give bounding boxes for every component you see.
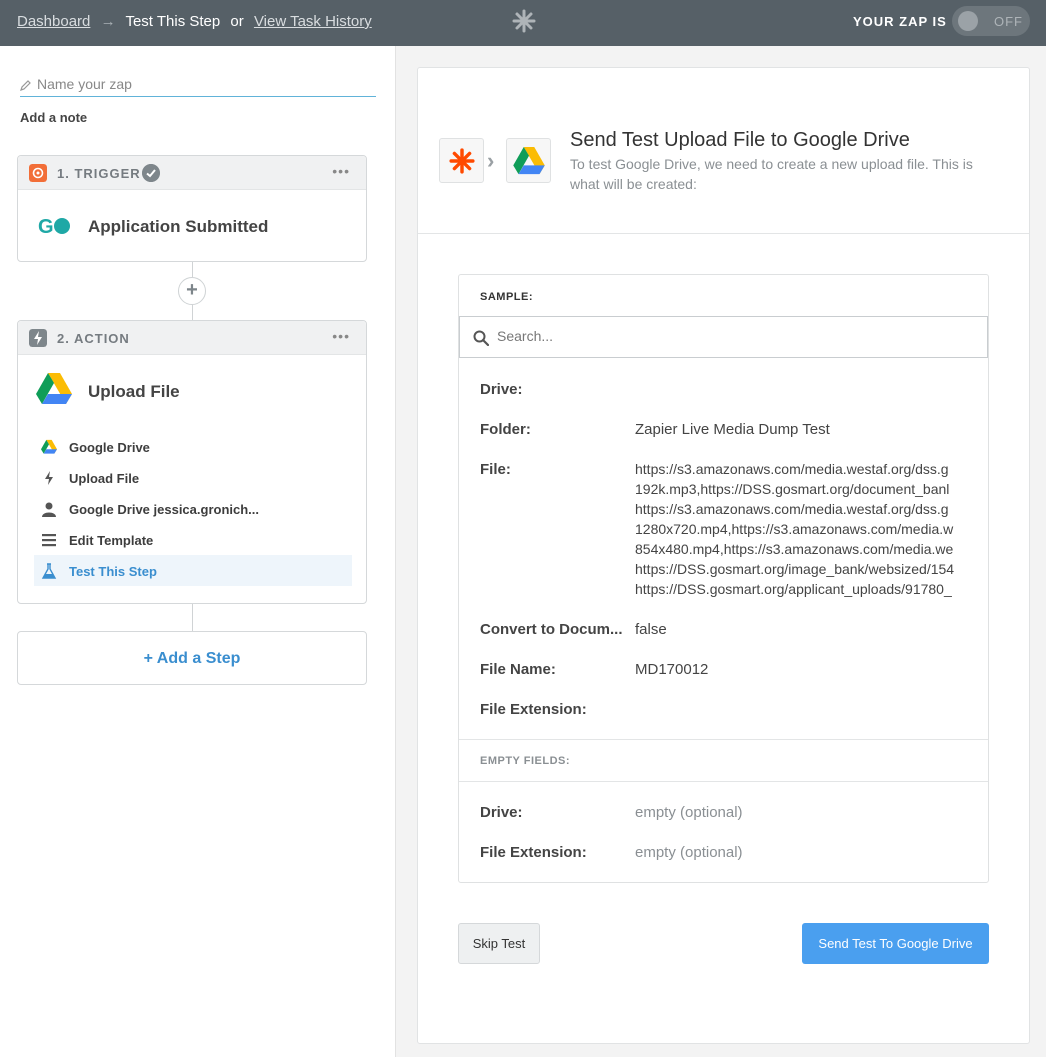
action-sub-steps: Google Drive Upload File Google Drive je… [34,431,352,586]
zap-name-input[interactable] [37,76,367,92]
lines-icon [42,534,56,547]
add-step-between-button[interactable]: + [178,277,206,305]
field-key: File Name: [480,661,556,678]
sub-step-label: Test This Step [69,564,157,579]
zap-name-field[interactable] [20,76,376,97]
sub-step-label: Google Drive [69,440,150,455]
file-value: https://s3.amazonaws.com/media.westaf.or… [635,459,954,599]
dashboard-link[interactable]: Dashboard [17,13,90,30]
sub-step-edit-template[interactable]: Edit Template [34,524,352,555]
add-note-link[interactable]: Add a note [20,110,87,125]
bolt-icon [45,471,53,485]
field-value: false [635,621,667,638]
google-drive-app-box [506,138,551,183]
divider [418,233,1029,234]
file-url-line: 1280x720.mp4,https://s3.amazonaws.com/me… [635,521,954,537]
zap-on-off-toggle[interactable]: OFF [952,6,1030,36]
sub-step-label: Google Drive jessica.gronich... [69,502,260,517]
sub-step-test[interactable]: Test This Step [34,555,352,586]
sub-step-label: Edit Template [69,533,154,548]
add-a-step-button[interactable]: + Add a Step [17,631,367,685]
field-value: empty (optional) [635,844,743,861]
field-value: MD170012 [635,661,709,678]
sub-step-label: Upload File [69,471,140,486]
action-app-name: Upload File [88,382,180,401]
divider [459,739,988,740]
file-url-line: https://DSS.gosmart.org/image_bank/websi… [635,561,955,577]
breadcrumb-or: or [230,13,244,30]
field-key: Folder: [480,421,531,438]
field-value: Zapier Live Media Dump Test [635,421,830,438]
action-app-row[interactable]: Upload File [18,355,366,425]
sub-step-account[interactable]: Google Drive jessica.gronich... [34,493,352,524]
field-key: File Extension: [480,701,587,718]
connector-line [192,604,193,631]
search-field[interactable] [459,316,988,358]
skip-test-button[interactable]: Skip Test [458,923,540,964]
trigger-step-title: 1. TRIGGER [57,166,141,181]
field-key: Drive: [480,381,523,398]
trigger-icon [29,164,47,182]
google-drive-icon [513,147,545,175]
page-description: To test Google Drive, we need to create … [570,156,973,192]
field-key: File: [480,461,511,478]
zapier-app-box [439,138,484,183]
check-circle-icon [142,164,160,182]
file-url-line: https://s3.amazonaws.com/media.westaf.or… [635,501,949,517]
google-drive-icon [36,373,72,404]
toggle-label: OFF [994,14,1023,29]
google-drive-icon [41,439,57,454]
action-menu-icon[interactable]: ••• [332,328,350,344]
empty-fields-label: EMPTY FIELDS: [480,755,571,767]
breadcrumb-arrow: → [100,13,116,30]
trigger-card-header: 1. TRIGGER ••• [18,156,366,190]
action-card[interactable]: 2. ACTION ••• Upload File Google Drive U… [17,320,367,604]
file-url-line: https://s3.amazonaws.com/media.westaf.or… [635,461,949,477]
action-step-title: 2. ACTION [57,331,130,346]
file-url-line: https://DSS.gosmart.org/applicant_upload… [635,581,952,597]
bolt-badge-icon [29,329,47,347]
field-key: File Extension: [480,844,587,861]
field-value: empty (optional) [635,804,743,821]
sample-label: SAMPLE: [480,291,533,303]
trigger-app-name: Application Submitted [88,217,269,236]
trigger-card[interactable]: 1. TRIGGER ••• G Application Submitted [17,155,367,262]
file-url-line: 192k.mp3,https://DSS.gosmart.org/documen… [635,481,950,497]
breadcrumb: Dashboard → Test This Step or View Task … [17,13,372,30]
connector-line [192,262,193,277]
zapier-logo-icon[interactable] [512,9,536,33]
breadcrumb-current: Test This Step [125,13,221,30]
file-url-line: 854x480.mp4,https://s3.amazonaws.com/med… [635,541,954,557]
send-test-button[interactable]: Send Test To Google Drive [802,923,989,964]
search-input[interactable] [497,328,967,344]
page-title: Send Test Upload File to Google Drive [570,129,910,151]
field-key: Convert to Docum... [480,621,623,638]
view-task-history-link[interactable]: View Task History [254,13,372,30]
toggle-knob [958,11,978,31]
trigger-app-row[interactable]: G Application Submitted [18,190,366,260]
action-card-header: 2. ACTION ••• [18,321,366,355]
zap-editor-sidebar: Add a note 1. TRIGGER ••• G Application … [0,46,396,1057]
top-bar: Dashboard → Test This Step or View Task … [0,0,1046,46]
zap-status-label: YOUR ZAP IS [853,14,947,29]
sub-step-choose-app[interactable]: Google Drive [34,431,352,462]
user-icon [42,502,56,517]
chevron-right-icon: › [487,148,495,173]
field-key: Drive: [480,804,523,821]
flask-icon [41,563,57,579]
sample-box: SAMPLE: Drive: Folder: Zapier Live Media… [458,274,989,883]
gosmart-logo-icon: G [38,216,70,238]
zapier-icon [449,148,475,174]
search-icon [473,330,489,346]
sub-step-choose-action[interactable]: Upload File [34,462,352,493]
test-step-panel: › Send Test Upload File to Google Drive … [417,67,1030,1044]
divider [459,781,988,782]
trigger-menu-icon[interactable]: ••• [332,163,350,179]
svg-text:G: G [38,216,54,238]
pencil-icon [20,80,31,91]
connector-line [192,305,193,320]
